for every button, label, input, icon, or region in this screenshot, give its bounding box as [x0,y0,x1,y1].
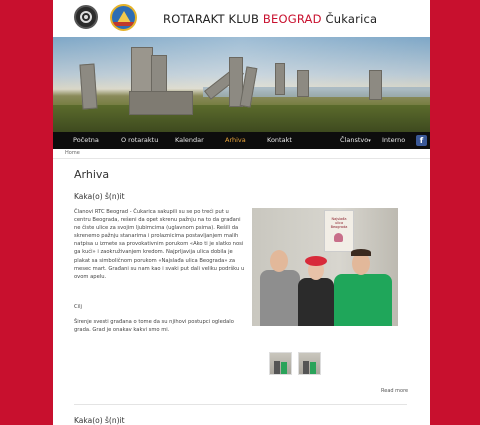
photo-thumbnail[interactable] [298,352,321,375]
person [260,270,300,326]
divider [74,404,407,405]
rotaract-logo[interactable] [74,5,98,29]
nav-item-interno[interactable]: Interno [382,132,405,149]
sculpture-stone [369,70,382,100]
article-paragraph: Širenje svesti građana o tome da su njih… [74,319,234,334]
site-title[interactable]: ROTARAKT KLUB BEOGRAD Čukarica [163,12,377,26]
article-paragraph: Cilj [74,304,82,310]
cupcake-icon [334,233,343,242]
sculpture-stone [297,70,309,97]
sculpture-stone [79,63,98,110]
chevron-down-icon: ▾ [368,138,371,144]
nav-item-o-rotaraktu[interactable]: O rotaraktu [121,132,158,149]
article-title-link[interactable]: Kaka(o) š(n)it [74,416,125,425]
poster-sign: Najslađa ulica Beograda [324,210,354,252]
header-banner-photo [53,37,430,132]
poster-sign-text: Najslađa ulica Beograda [330,217,348,230]
nav-item-kalendar[interactable]: Kalendar [175,132,204,149]
nav-item-clanstvo[interactable]: Članstvo▾ [340,132,371,149]
nav-item-kontakt[interactable]: Kontakt [267,132,292,149]
breadcrumb: Home [65,150,80,156]
article-title-link[interactable]: Kaka(o) š(n)it [74,192,125,201]
person [298,278,334,326]
sculpture-stone [275,63,285,95]
nav-item-pocetna[interactable]: Početna [73,132,99,149]
nav-item-clanstvo-label: Članstvo [340,136,369,144]
page-title: Arhiva [74,168,110,181]
sculpture-stone [129,91,193,115]
nav-item-arhiva[interactable]: Arhiva [225,132,246,149]
red-hair [305,256,327,266]
main-nav: Početna O rotaraktu Kalendar Arhiva Kont… [53,132,430,149]
article-paragraph: Članovi RTC Beograd - Čukarica sakupili … [74,209,245,280]
photo-thumbnail[interactable] [269,352,292,375]
article-photo[interactable]: Najslađa ulica Beograda [252,208,398,326]
page: ROTARAKT KLUB BEOGRAD Čukarica Početna O… [53,0,430,425]
read-more-link[interactable]: Read more [381,388,408,394]
facebook-icon[interactable]: f [416,135,427,146]
club-logo[interactable] [110,4,137,31]
site-title-suffix: Čukarica [321,12,378,26]
site-title-prefix: ROTARAKT KLUB [163,12,263,26]
site-title-highlight: BEOGRAD [262,12,322,26]
person [334,274,392,326]
site-header: ROTARAKT KLUB BEOGRAD Čukarica [53,0,430,37]
breadcrumb-home-link[interactable]: Home [65,150,80,156]
divider [53,158,430,159]
